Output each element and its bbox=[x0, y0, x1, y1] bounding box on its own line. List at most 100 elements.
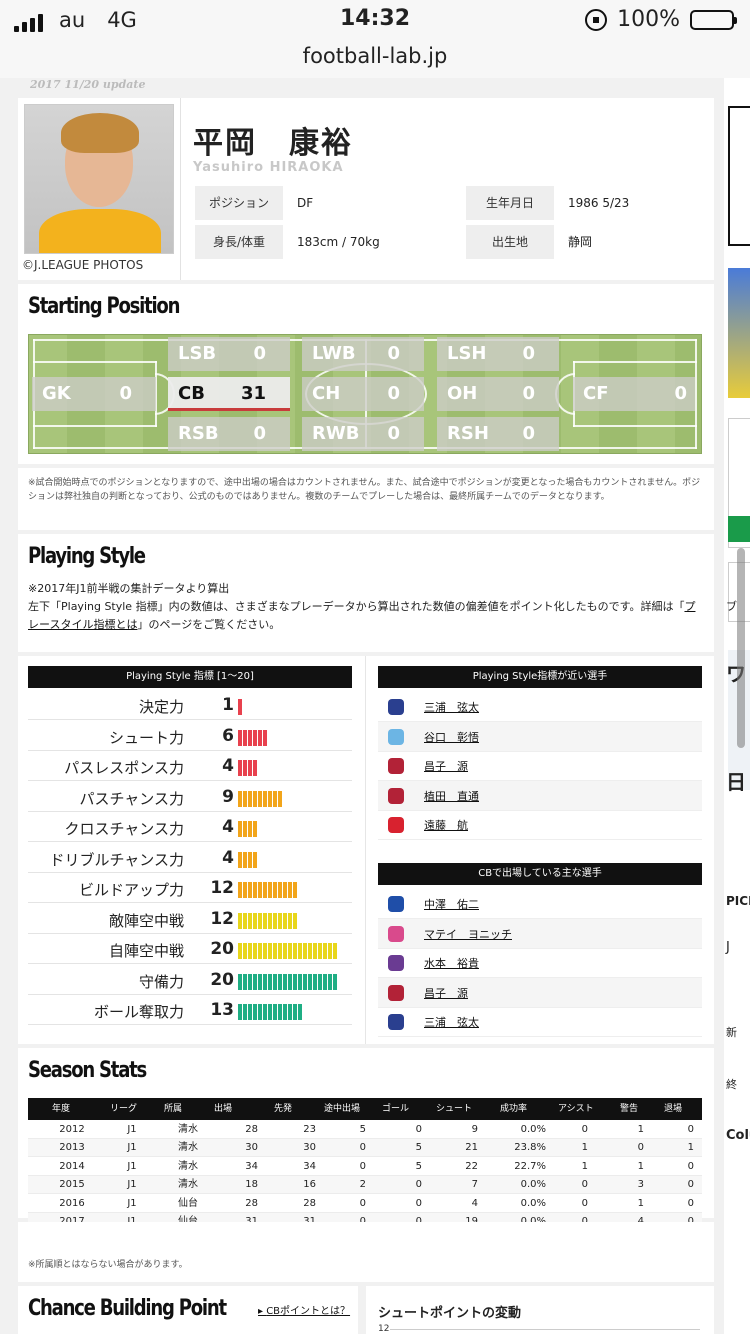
metric-bar-segment bbox=[253, 912, 257, 929]
season-stats-note: ※所属順とはならない場合があります。 bbox=[28, 1260, 188, 1270]
side-text-column: Colu bbox=[726, 1128, 750, 1143]
metric-bar-segment bbox=[243, 760, 247, 776]
player-link[interactable]: 三浦 弦太 bbox=[424, 699, 479, 715]
table-cell: 0 bbox=[687, 1160, 694, 1172]
table-cell: 2016 bbox=[59, 1197, 85, 1209]
metric-bar bbox=[238, 699, 242, 715]
player-list-item[interactable]: 三浦 弦太 bbox=[378, 692, 702, 722]
player-list-item[interactable]: 遠藤 航 bbox=[378, 810, 702, 841]
player-link[interactable]: 昌子 源 bbox=[424, 985, 468, 1001]
player-link[interactable]: マテイ ヨニッチ bbox=[424, 926, 512, 942]
metric-bar-segment bbox=[263, 729, 267, 746]
position-rsb: RSB 0 bbox=[168, 417, 290, 451]
metric-bar-segment bbox=[278, 1004, 282, 1020]
table-cell: 0.0% bbox=[520, 1179, 546, 1191]
metric-bar-segment bbox=[263, 790, 267, 807]
table-row: 2014 J1 清水 34 34 0 5 22 22.7% 1 1 0 bbox=[28, 1158, 702, 1176]
metric-bar-segment bbox=[293, 943, 297, 959]
position-rwb: RWB 0 bbox=[302, 417, 424, 451]
metric-bar-segment bbox=[253, 729, 257, 746]
metric-bar-segment bbox=[238, 882, 242, 898]
table-cell: 1 bbox=[637, 1197, 644, 1209]
stats-column-header: 警告 bbox=[620, 1104, 639, 1114]
player-link[interactable]: 昌子 源 bbox=[424, 758, 468, 774]
table-cell: 2015 bbox=[59, 1179, 85, 1191]
player-list-item[interactable]: 植田 直通 bbox=[378, 780, 702, 811]
table-cell: 1 bbox=[637, 1160, 644, 1172]
table-cell: J1 bbox=[127, 1160, 137, 1172]
metric-bar-segment bbox=[248, 882, 252, 898]
metric-bar bbox=[238, 912, 297, 929]
metric-value: 9 bbox=[222, 786, 234, 807]
metric-bar-segment bbox=[258, 882, 262, 898]
metric-bar-segment bbox=[263, 882, 267, 898]
metric-bar-segment bbox=[278, 912, 282, 929]
profile-value-height-weight: 183cm / 70kg bbox=[297, 235, 380, 249]
metric-value: 4 bbox=[222, 847, 234, 868]
player-list-item[interactable]: 中澤 佑二 bbox=[378, 889, 702, 919]
position-cb: CB 31 bbox=[168, 377, 290, 411]
player-list-item[interactable]: 昌子 源 bbox=[378, 751, 702, 782]
table-cell: 1 bbox=[687, 1142, 694, 1154]
player-list-item[interactable]: マテイ ヨニッチ bbox=[378, 918, 702, 949]
side-text-pick: PICK bbox=[726, 894, 750, 908]
scrollbar[interactable] bbox=[737, 548, 745, 748]
profile-value-position: DF bbox=[297, 196, 314, 210]
metric-bar-segment bbox=[248, 821, 252, 837]
team-emblem-icon bbox=[388, 955, 404, 972]
player-link[interactable]: 遠藤 航 bbox=[424, 817, 468, 833]
player-list-item[interactable]: 昌子 源 bbox=[378, 977, 702, 1008]
player-link[interactable]: 三浦 弦太 bbox=[424, 1014, 479, 1030]
cb-point-link[interactable]: ▸ CBポイントとは？ bbox=[258, 1302, 350, 1317]
player-link[interactable]: 中澤 佑二 bbox=[424, 896, 479, 912]
table-cell: 0.0% bbox=[520, 1197, 546, 1209]
side-text-c: ブ bbox=[726, 600, 737, 613]
metric-bar-segment bbox=[318, 943, 322, 959]
player-link[interactable]: 谷口 彰悟 bbox=[424, 729, 479, 745]
stats-column-header: アシスト bbox=[558, 1104, 594, 1114]
table-cell: 2 bbox=[359, 1179, 366, 1191]
metric-bar-segment bbox=[293, 912, 297, 929]
table-cell: 0 bbox=[359, 1197, 366, 1209]
side-text-nichi: 日 bbox=[726, 770, 746, 794]
metric-label: 決定力 bbox=[138, 698, 184, 716]
metric-bar-segment bbox=[288, 882, 292, 898]
table-cell: 23 bbox=[303, 1124, 316, 1135]
side-text-new: 新 bbox=[726, 1026, 737, 1039]
metric-label: 守備力 bbox=[138, 972, 184, 991]
player-link[interactable]: 水本 裕貴 bbox=[424, 955, 479, 971]
table-cell: J1 bbox=[127, 1197, 137, 1209]
player-list-item[interactable]: 三浦 弦太 bbox=[378, 1007, 702, 1038]
table-cell: 0.0% bbox=[520, 1124, 546, 1135]
playing-style-desc-line3: 」のページをご覧ください。 bbox=[137, 618, 281, 631]
table-cell: 7 bbox=[471, 1179, 478, 1191]
shoot-point-section: シュートポイントの変動 12 bbox=[366, 1286, 714, 1334]
player-list-item[interactable]: 水本 裕貴 bbox=[378, 948, 702, 979]
metric-bar-segment bbox=[308, 973, 312, 990]
shoot-axis-top: 12 bbox=[378, 1324, 390, 1334]
metric-bar-segment bbox=[313, 973, 317, 990]
metric-bar-segment bbox=[258, 973, 262, 990]
position-note: ※試合開始時点でのポジションとなりますので、途中出場の場合はカウントされません。… bbox=[28, 478, 701, 502]
table-cell: 0 bbox=[359, 1142, 366, 1154]
metric-label: パスレスポンス力 bbox=[64, 759, 184, 777]
metric-row: シュート力 6 bbox=[28, 721, 352, 751]
profile-label-position: ポジション bbox=[195, 186, 283, 220]
update-date: 2017 11/20 update bbox=[30, 78, 146, 91]
player-link[interactable]: 植田 直通 bbox=[424, 788, 479, 804]
season-note-box: ※所属順とはならない場合があります。 bbox=[18, 1222, 714, 1282]
position-note-box: ※試合開始時点でのポジションとなりますので、途中出場の場合はカウントされません。… bbox=[18, 468, 714, 530]
metric-bar-segment bbox=[253, 790, 257, 807]
metric-bar-segment bbox=[328, 943, 332, 959]
metric-bar-segment bbox=[278, 882, 282, 898]
player-list-item[interactable]: 谷口 彰悟 bbox=[378, 721, 702, 752]
url-bar[interactable]: football-lab.jp bbox=[0, 42, 750, 78]
side-banner[interactable] bbox=[728, 268, 750, 398]
metric-row: 自陣空中戦 20 bbox=[28, 934, 352, 964]
metric-bar-segment bbox=[253, 882, 257, 898]
table-cell: 3 bbox=[637, 1179, 644, 1191]
player-name-en: Yasuhiro HIRAOKA bbox=[193, 160, 344, 175]
metric-value: 20 bbox=[210, 969, 234, 990]
metric-value: 4 bbox=[222, 756, 234, 776]
player-photo bbox=[24, 104, 174, 254]
